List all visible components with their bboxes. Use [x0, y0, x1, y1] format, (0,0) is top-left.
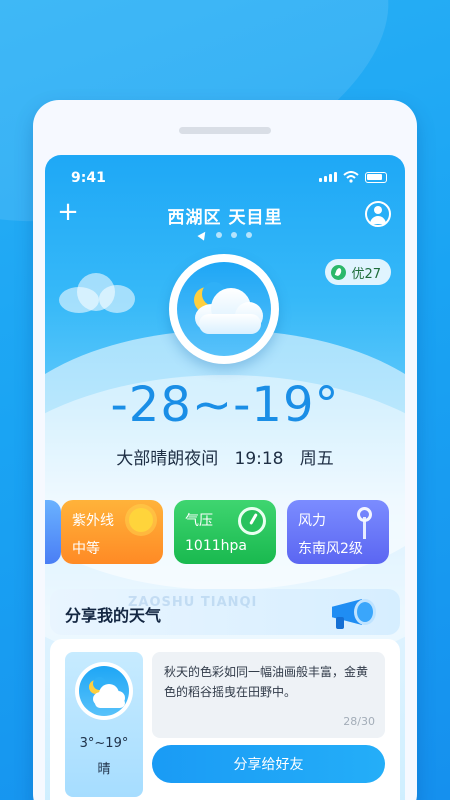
page-dot[interactable]: [245, 232, 252, 238]
share-banner: ZAOSHU TIANQI 分享我的天气: [50, 589, 400, 635]
status-time: 9:41: [71, 170, 106, 186]
windmill-icon: [349, 505, 379, 539]
uv-card[interactable]: 紫外线 中等: [61, 500, 163, 564]
sun-icon: [129, 508, 153, 532]
status-bar: 9:41: [45, 155, 405, 199]
wind-card[interactable]: 风力 东南风2级: [287, 500, 389, 564]
megaphone-icon: [318, 593, 378, 633]
app-screen: 9:41 + 西湖区 天目里 优27 -28~-19° 大部晴朗夜间 19:18…: [45, 155, 405, 800]
share-message-text: 秋天的色彩如同一幅油画般丰富，金黄色的稻谷摇曳在田野中。: [164, 665, 369, 699]
pressure-card[interactable]: 气压 1011hpa: [174, 500, 276, 564]
page-dot[interactable]: [230, 232, 237, 238]
city-page-indicator: [45, 229, 405, 241]
weather-description-line: 大部晴朗夜间 19:18 周五: [45, 444, 405, 469]
pressure-value: 1011hpa: [185, 538, 247, 554]
air-quality-badge[interactable]: 优27: [325, 259, 391, 285]
weather-detail-cards: 紫外线 中等 气压 1011hpa 风力 东南风2级: [45, 500, 405, 564]
share-weather-card: 3°~19° 晴: [65, 652, 143, 797]
phone-speaker: [179, 127, 271, 134]
weekday: 周五: [299, 449, 334, 469]
app-header: + 西湖区 天目里: [45, 199, 405, 229]
signal-icon: [319, 172, 337, 182]
moon-cloud-icon: [177, 262, 271, 356]
weather-icon-circle: [169, 254, 279, 364]
update-time: 19:18: [234, 449, 284, 469]
share-section-title: 分享我的天气: [65, 606, 162, 625]
user-profile-icon[interactable]: [365, 201, 391, 227]
phone-frame: 9:41 + 西湖区 天目里 优27 -28~-19° 大部晴朗夜间 19:18…: [33, 100, 417, 800]
page-dot[interactable]: [215, 232, 222, 238]
character-counter: 28/30: [343, 715, 375, 728]
uv-value: 中等: [72, 541, 100, 557]
location-title: 西湖区 天目里: [167, 208, 283, 228]
moon-cloud-icon: [79, 666, 129, 716]
share-weather-icon-circle: [75, 662, 133, 720]
navigation-arrow-icon: [196, 229, 209, 241]
share-message-input[interactable]: 秋天的色彩如同一幅油画般丰富，金黄色的稻谷摇曳在田野中。 28/30: [152, 652, 385, 738]
decorative-cloud: [59, 273, 135, 313]
wifi-icon: [343, 171, 359, 183]
share-to-friends-button[interactable]: 分享给好友: [152, 745, 385, 783]
wind-value: 东南风2级: [298, 541, 363, 557]
share-card-temperature: 3°~19°: [79, 736, 129, 751]
detail-card-partial[interactable]: [45, 500, 61, 564]
gauge-icon: [238, 507, 266, 535]
temperature-range: -28~-19°: [110, 377, 340, 433]
leaf-icon: [331, 264, 347, 280]
battery-icon: [365, 171, 387, 183]
weather-condition: 大部晴朗夜间: [116, 449, 219, 469]
aqi-label: 优27: [351, 266, 381, 282]
share-panel: 3°~19° 晴 秋天的色彩如同一幅油画般丰富，金黄色的稻谷摇曳在田野中。 28…: [50, 639, 400, 800]
share-card-condition: 晴: [97, 762, 111, 777]
